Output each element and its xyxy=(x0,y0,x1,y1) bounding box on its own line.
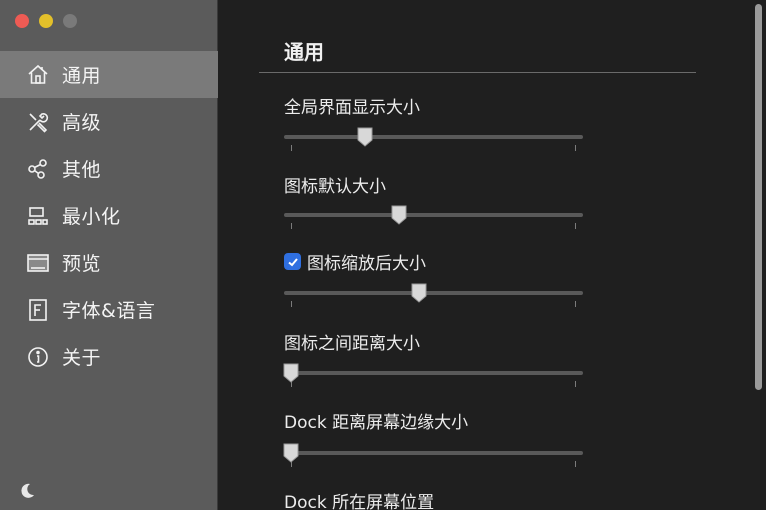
dock-edge-distance-slider[interactable] xyxy=(283,443,583,469)
slider-thumb[interactable] xyxy=(283,443,299,463)
slider-tick xyxy=(575,223,576,229)
checkmark-icon xyxy=(287,257,298,266)
slider-track xyxy=(284,213,583,217)
sidebar-item-label: 关于 xyxy=(62,347,102,369)
slider-thumb[interactable] xyxy=(357,127,373,147)
title-divider xyxy=(259,72,696,73)
icon-spacing-label: 图标之间距离大小 xyxy=(284,334,420,354)
slider-tick xyxy=(575,381,576,387)
sidebar-item-advanced[interactable]: 高级 xyxy=(0,98,218,145)
sidebar-item-minimize[interactable]: 最小化 xyxy=(0,192,218,239)
minimize-window-button[interactable] xyxy=(39,14,53,28)
sidebar: 通用 高级 其他 最小化 预览 字体&语言 关于 xyxy=(0,0,218,510)
slider-tick xyxy=(291,301,292,307)
slider-track xyxy=(284,451,583,455)
page-title: 通用 xyxy=(284,40,324,64)
home-icon xyxy=(24,61,52,89)
sidebar-item-label: 通用 xyxy=(62,65,102,87)
icon-zoom-size-slider[interactable] xyxy=(284,283,583,309)
icon-zoom-size-label: 图标缩放后大小 xyxy=(307,254,426,274)
sidebar-item-general[interactable]: 通用 xyxy=(0,51,218,98)
font-icon xyxy=(24,296,52,324)
sidebar-item-label: 预览 xyxy=(62,253,102,275)
slider-tick xyxy=(291,145,292,151)
slider-tick xyxy=(575,145,576,151)
slider-tick xyxy=(575,301,576,307)
close-window-button[interactable] xyxy=(15,14,29,28)
slider-thumb[interactable] xyxy=(411,283,427,303)
slider-track xyxy=(284,371,583,375)
slider-track xyxy=(284,135,583,139)
main-panel: 通用 全局界面显示大小 图标默认大小 图标缩放后大小 图标之间距离大小 Dock… xyxy=(219,0,766,510)
preview-icon xyxy=(24,249,52,277)
vertical-scrollbar[interactable] xyxy=(755,4,762,390)
dock-edge-distance-label: Dock 距离屏幕边缘大小 xyxy=(284,413,469,433)
slider-tick xyxy=(291,223,292,229)
dock-screen-position-label: Dock 所在屏幕位置 xyxy=(284,493,435,510)
tools-icon xyxy=(24,108,52,136)
sidebar-item-other[interactable]: 其他 xyxy=(0,145,218,192)
sidebar-nav: 通用 高级 其他 最小化 预览 字体&语言 关于 xyxy=(0,51,218,380)
global-ui-size-slider[interactable] xyxy=(284,127,583,153)
icon-zoom-checkbox[interactable] xyxy=(284,253,301,270)
icon-zoom-size-row: 图标缩放后大小 xyxy=(284,249,426,274)
icon-spacing-slider[interactable] xyxy=(283,363,583,389)
icon-default-size-label: 图标默认大小 xyxy=(284,177,386,197)
slider-tick xyxy=(575,461,576,467)
moon-icon[interactable] xyxy=(17,481,37,501)
global-ui-size-label: 全局界面显示大小 xyxy=(284,98,420,118)
preferences-window: 通用 高级 其他 最小化 预览 字体&语言 关于 通用 全局界面显示大小 图标默… xyxy=(0,0,766,510)
sidebar-item-preview[interactable]: 预览 xyxy=(0,239,218,286)
sidebar-item-font-language[interactable]: 字体&语言 xyxy=(0,286,218,333)
slider-thumb[interactable] xyxy=(283,363,299,383)
info-icon xyxy=(24,343,52,371)
traffic-lights xyxy=(15,14,77,28)
zoom-window-button[interactable] xyxy=(63,14,77,28)
sidebar-item-label: 其他 xyxy=(62,159,102,181)
sidebar-item-label: 字体&语言 xyxy=(62,300,156,322)
minimize-icon xyxy=(24,202,52,230)
sidebar-item-about[interactable]: 关于 xyxy=(0,333,218,380)
icon-default-size-slider[interactable] xyxy=(284,205,583,231)
slider-thumb[interactable] xyxy=(391,205,407,225)
sidebar-item-label: 最小化 xyxy=(62,206,121,228)
share-icon xyxy=(24,155,52,183)
sidebar-item-label: 高级 xyxy=(62,112,102,134)
slider-track xyxy=(284,291,583,295)
